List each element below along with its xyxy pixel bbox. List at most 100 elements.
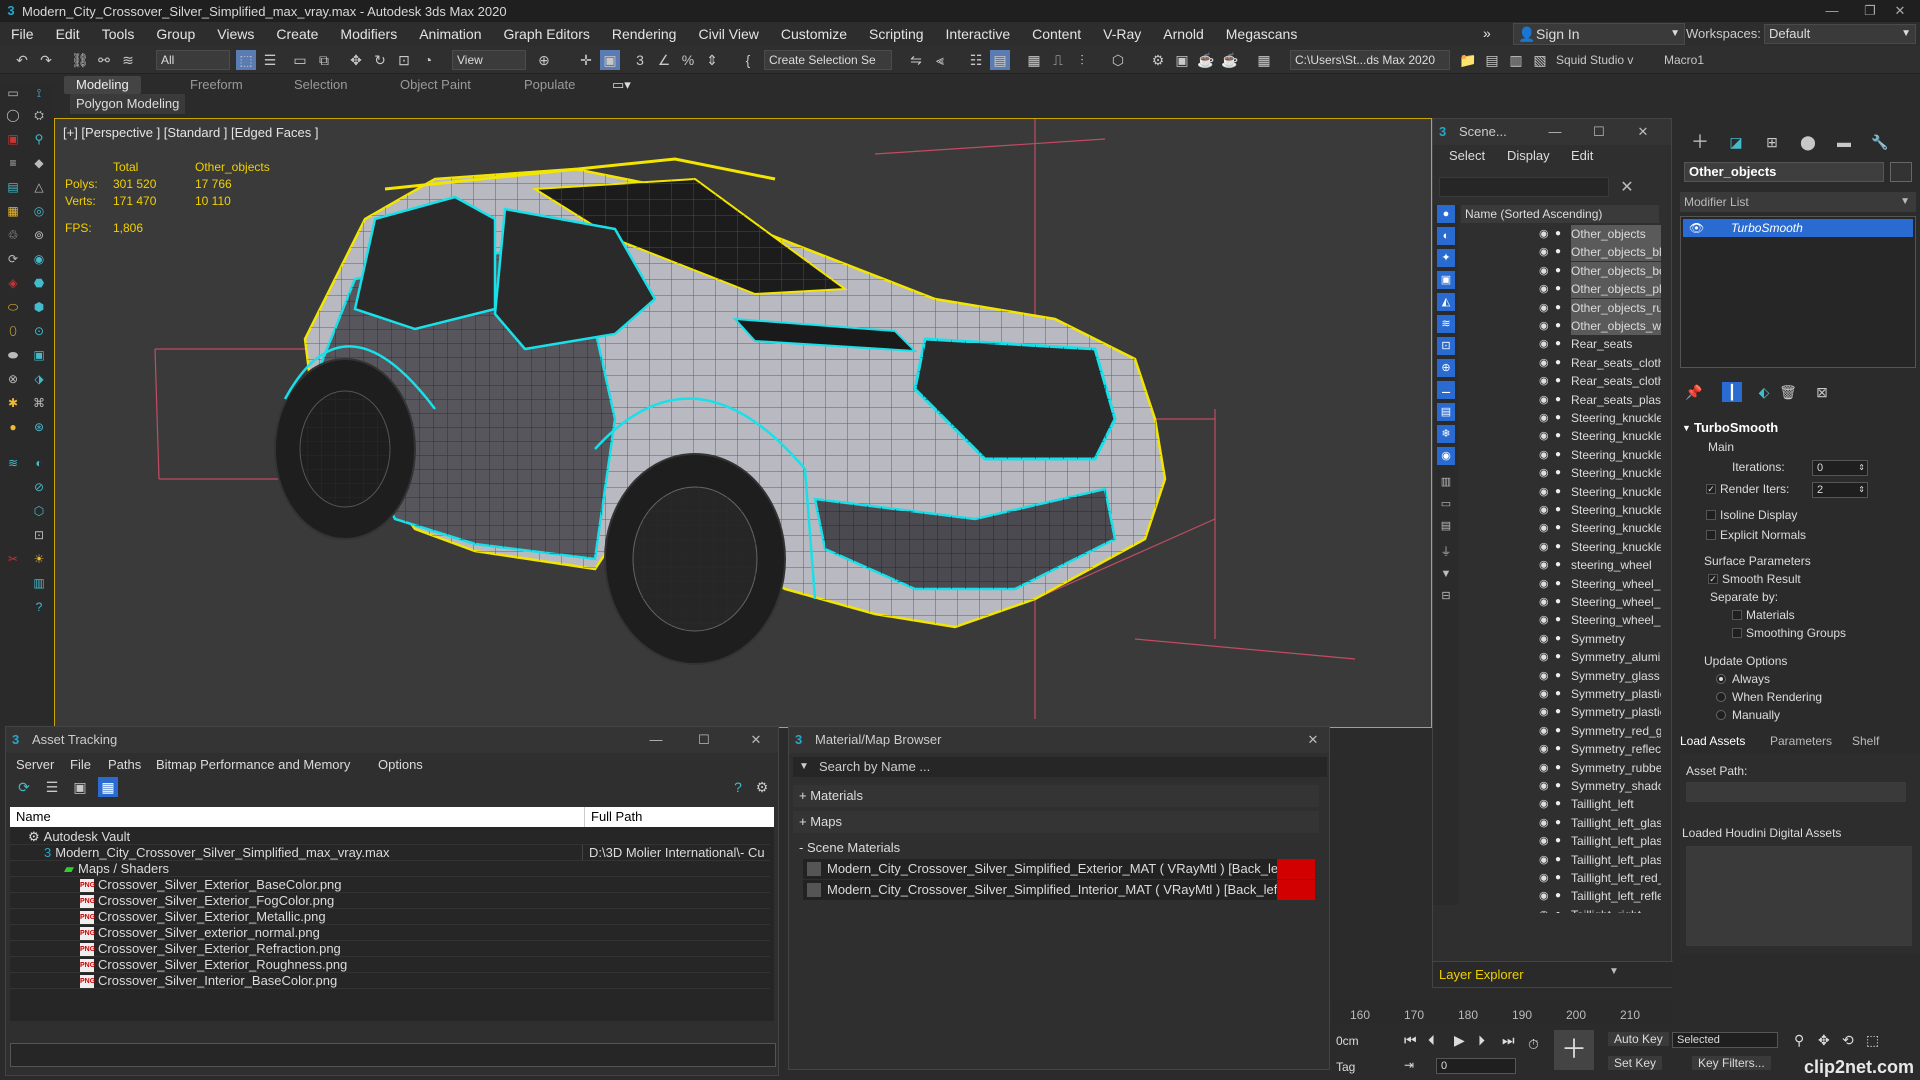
scene-list-item[interactable]: ◉ ● Symmetry — [1461, 630, 1661, 648]
visibility-eye-icon[interactable]: ◉ — [1539, 887, 1553, 905]
visibility-eye-icon[interactable]: ◉ — [1539, 538, 1553, 556]
tab-modeling[interactable]: Modeling — [64, 76, 141, 94]
scene-list-item[interactable]: ◉● Other_objects_blac — [1461, 243, 1661, 262]
menu-options[interactable]: Options — [378, 755, 423, 775]
chevron-down-icon[interactable]: ▼ — [1609, 966, 1619, 977]
menu-arnold[interactable]: Arnold — [1152, 26, 1214, 42]
menu-file[interactable]: File — [70, 755, 91, 775]
maximize-viewport-icon[interactable]: ⬚ — [1866, 1032, 1879, 1049]
scene-list-item[interactable]: ◉ ● Taillight_left — [1461, 795, 1661, 813]
scene-list-item[interactable]: ◉● Taillight_left_plastic — [1461, 832, 1661, 850]
asset-row[interactable]: PNG Crossover_Silver_Exterior_FogColor.pn… — [10, 893, 770, 909]
visibility-eye-icon[interactable]: ◉ — [1539, 299, 1553, 317]
redo-icon[interactable]: ↷ — [36, 50, 56, 70]
when-rendering-radio[interactable] — [1716, 692, 1726, 702]
tool-icon[interactable]: ⬢ — [30, 298, 48, 316]
rendered-frame-icon[interactable]: ▣ — [1172, 50, 1192, 70]
rollout-title[interactable]: ▼ TurboSmooth — [1680, 418, 1910, 438]
asset-row[interactable]: PNG Crossover_Silver_Exterior_Metallic.pn… — [10, 909, 770, 925]
stack-item-turbosmooth[interactable]: 👁 TurboSmooth — [1683, 219, 1913, 237]
material-item-interior[interactable]: Modern_City_Crossover_Silver_Simplified_… — [803, 880, 1315, 900]
clear-search-icon[interactable]: ✕ — [1617, 177, 1637, 197]
isoline-checkbox[interactable] — [1706, 510, 1716, 520]
tab-parameters[interactable]: Parameters — [1770, 734, 1832, 748]
visibility-eye-icon[interactable]: ◉ — [1539, 446, 1553, 464]
menu-civil-view[interactable]: Civil View — [687, 26, 769, 42]
select-by-name-icon[interactable]: ☰ — [260, 50, 280, 70]
menu-modifiers[interactable]: Modifiers — [329, 26, 408, 42]
scene-list-item[interactable]: ◉● Taillight_left_plastic — [1461, 851, 1661, 869]
menu-views[interactable]: Views — [206, 26, 265, 42]
tab-load-assets[interactable]: Load Assets — [1680, 734, 1745, 748]
menu-rendering[interactable]: Rendering — [601, 26, 688, 42]
close-button[interactable]: ✕ — [1880, 0, 1920, 22]
section-materials[interactable]: + Materials — [793, 785, 1319, 807]
asset-tracking-titlebar[interactable]: 3 Asset Tracking — ☐ ✕ — [6, 727, 778, 753]
make-unique-icon[interactable]: ⬖ — [1754, 382, 1774, 402]
render-iters-checkbox[interactable]: ✓ — [1706, 484, 1716, 494]
tool-icon[interactable]: ● — [4, 418, 22, 436]
materials-checkbox[interactable] — [1732, 610, 1742, 620]
menu-vray[interactable]: V-Ray — [1092, 26, 1152, 42]
material-search-input[interactable]: ▼ Search by Name ... — [793, 757, 1327, 777]
visibility-eye-icon[interactable]: ◉ — [1539, 556, 1553, 574]
tool-icon[interactable]: ⊚ — [30, 226, 48, 244]
tool-icon[interactable]: ▥ — [30, 574, 48, 592]
material-browser-titlebar[interactable]: 3 Material/Map Browser ✕ — [789, 727, 1329, 753]
menu-bitmap-performance[interactable]: Bitmap Performance and Memory — [156, 755, 350, 775]
tool-icon[interactable]: ≡ — [4, 154, 22, 172]
menu-tools[interactable]: Tools — [91, 26, 146, 42]
sign-in-dropdown[interactable]: 👤 Sign In ▼ — [1513, 23, 1685, 45]
scene-list-item[interactable]: ◉● Steering_wheel_pla — [1461, 611, 1661, 629]
select-object-icon[interactable]: ⬚ — [236, 50, 256, 70]
loaded-assets-list[interactable] — [1686, 846, 1912, 946]
scene-list-item[interactable]: ◉● Taillight_left_reflect — [1461, 887, 1661, 905]
menu-edit[interactable]: Edit — [45, 26, 91, 42]
manually-radio[interactable] — [1716, 710, 1726, 720]
asset-row[interactable]: PNG Crossover_Silver_Exterior_Refraction.… — [10, 941, 770, 957]
perspective-viewport[interactable]: [+] [Perspective ] [Standard ] [Edged Fa… — [54, 118, 1432, 728]
scene-list-item[interactable]: ◉● Other_objects_plas — [1461, 280, 1661, 299]
thumbnail-view-icon[interactable]: ▣ — [70, 777, 90, 797]
visibility-eye-icon[interactable]: ◉ — [1539, 409, 1553, 427]
always-radio[interactable] — [1716, 674, 1726, 684]
mirror-icon[interactable]: ⇋ — [906, 50, 926, 70]
filter-icon[interactable]: ⏚ — [1437, 543, 1455, 561]
asset-row[interactable]: PNG Crossover_Silver_exterior_normal.png — [10, 925, 770, 941]
settings-icon[interactable]: ⚙ — [752, 777, 772, 797]
display-invert-icon[interactable]: ▤ — [1437, 517, 1455, 535]
visibility-eye-icon[interactable]: ◉ — [1539, 685, 1553, 703]
display-all-icon[interactable]: ▥ — [1437, 473, 1455, 491]
display-helpers-icon[interactable]: ◭ — [1437, 293, 1455, 311]
asset-path-input[interactable] — [1686, 782, 1906, 802]
tool-icon[interactable]: ◉ — [30, 250, 48, 268]
visibility-eye-icon[interactable]: ◉ — [1539, 427, 1553, 445]
visibility-eye-icon[interactable]: ◉ — [1539, 354, 1553, 372]
asset-row[interactable]: PNG Crossover_Silver_Exterior_Roughness.p… — [10, 957, 770, 973]
tool-icon[interactable]: ▦ — [4, 202, 22, 220]
toggle-ribbon-icon[interactable]: ▦ — [1024, 50, 1044, 70]
visibility-eye-icon[interactable]: ◉ — [1539, 851, 1553, 869]
key-filters-button[interactable]: Key Filters... — [1692, 1056, 1771, 1070]
show-end-result-icon[interactable]: ┃ — [1722, 382, 1742, 402]
pivot-icon[interactable]: ⊕ — [534, 50, 554, 70]
select-manipulate-icon[interactable]: ✛ — [576, 50, 596, 70]
smooth-result-checkbox[interactable]: ✓ — [1708, 574, 1718, 584]
scene-list-item[interactable]: ◉● Symmetry_plastic_g — [1461, 703, 1661, 721]
menu-display[interactable]: Display — [1507, 145, 1550, 167]
project-path-dropdown[interactable]: C:\Users\St...ds Max 2020 — [1290, 50, 1450, 70]
scene-list-item[interactable]: ◉● Steering_knuckle_2 — [1461, 519, 1661, 537]
section-scene-materials[interactable]: - Scene Materials — [793, 837, 1319, 859]
visibility-eye-icon[interactable]: ◉ — [1539, 391, 1553, 409]
tool-icon[interactable]: ⬯ — [4, 322, 22, 340]
visibility-eye-icon[interactable]: ◉ — [1539, 667, 1553, 685]
scene-list-item[interactable]: ◉● Taillight_right — [1461, 906, 1661, 913]
display-groups-icon[interactable]: ⊡ — [1437, 337, 1455, 355]
snaps-toggle-icon[interactable]: 3 — [630, 50, 650, 70]
object-name-field[interactable]: Other_objects — [1684, 162, 1884, 182]
tool-icon[interactable]: ⊡ — [30, 526, 48, 544]
filter-funnel-icon[interactable]: ▼ — [1437, 565, 1455, 583]
tool-icon[interactable]: ⟟ — [30, 84, 48, 102]
scene-list-item[interactable]: ◉● Symmetry_aluminum — [1461, 648, 1661, 666]
tool-icon[interactable]: ⬡ — [30, 502, 48, 520]
